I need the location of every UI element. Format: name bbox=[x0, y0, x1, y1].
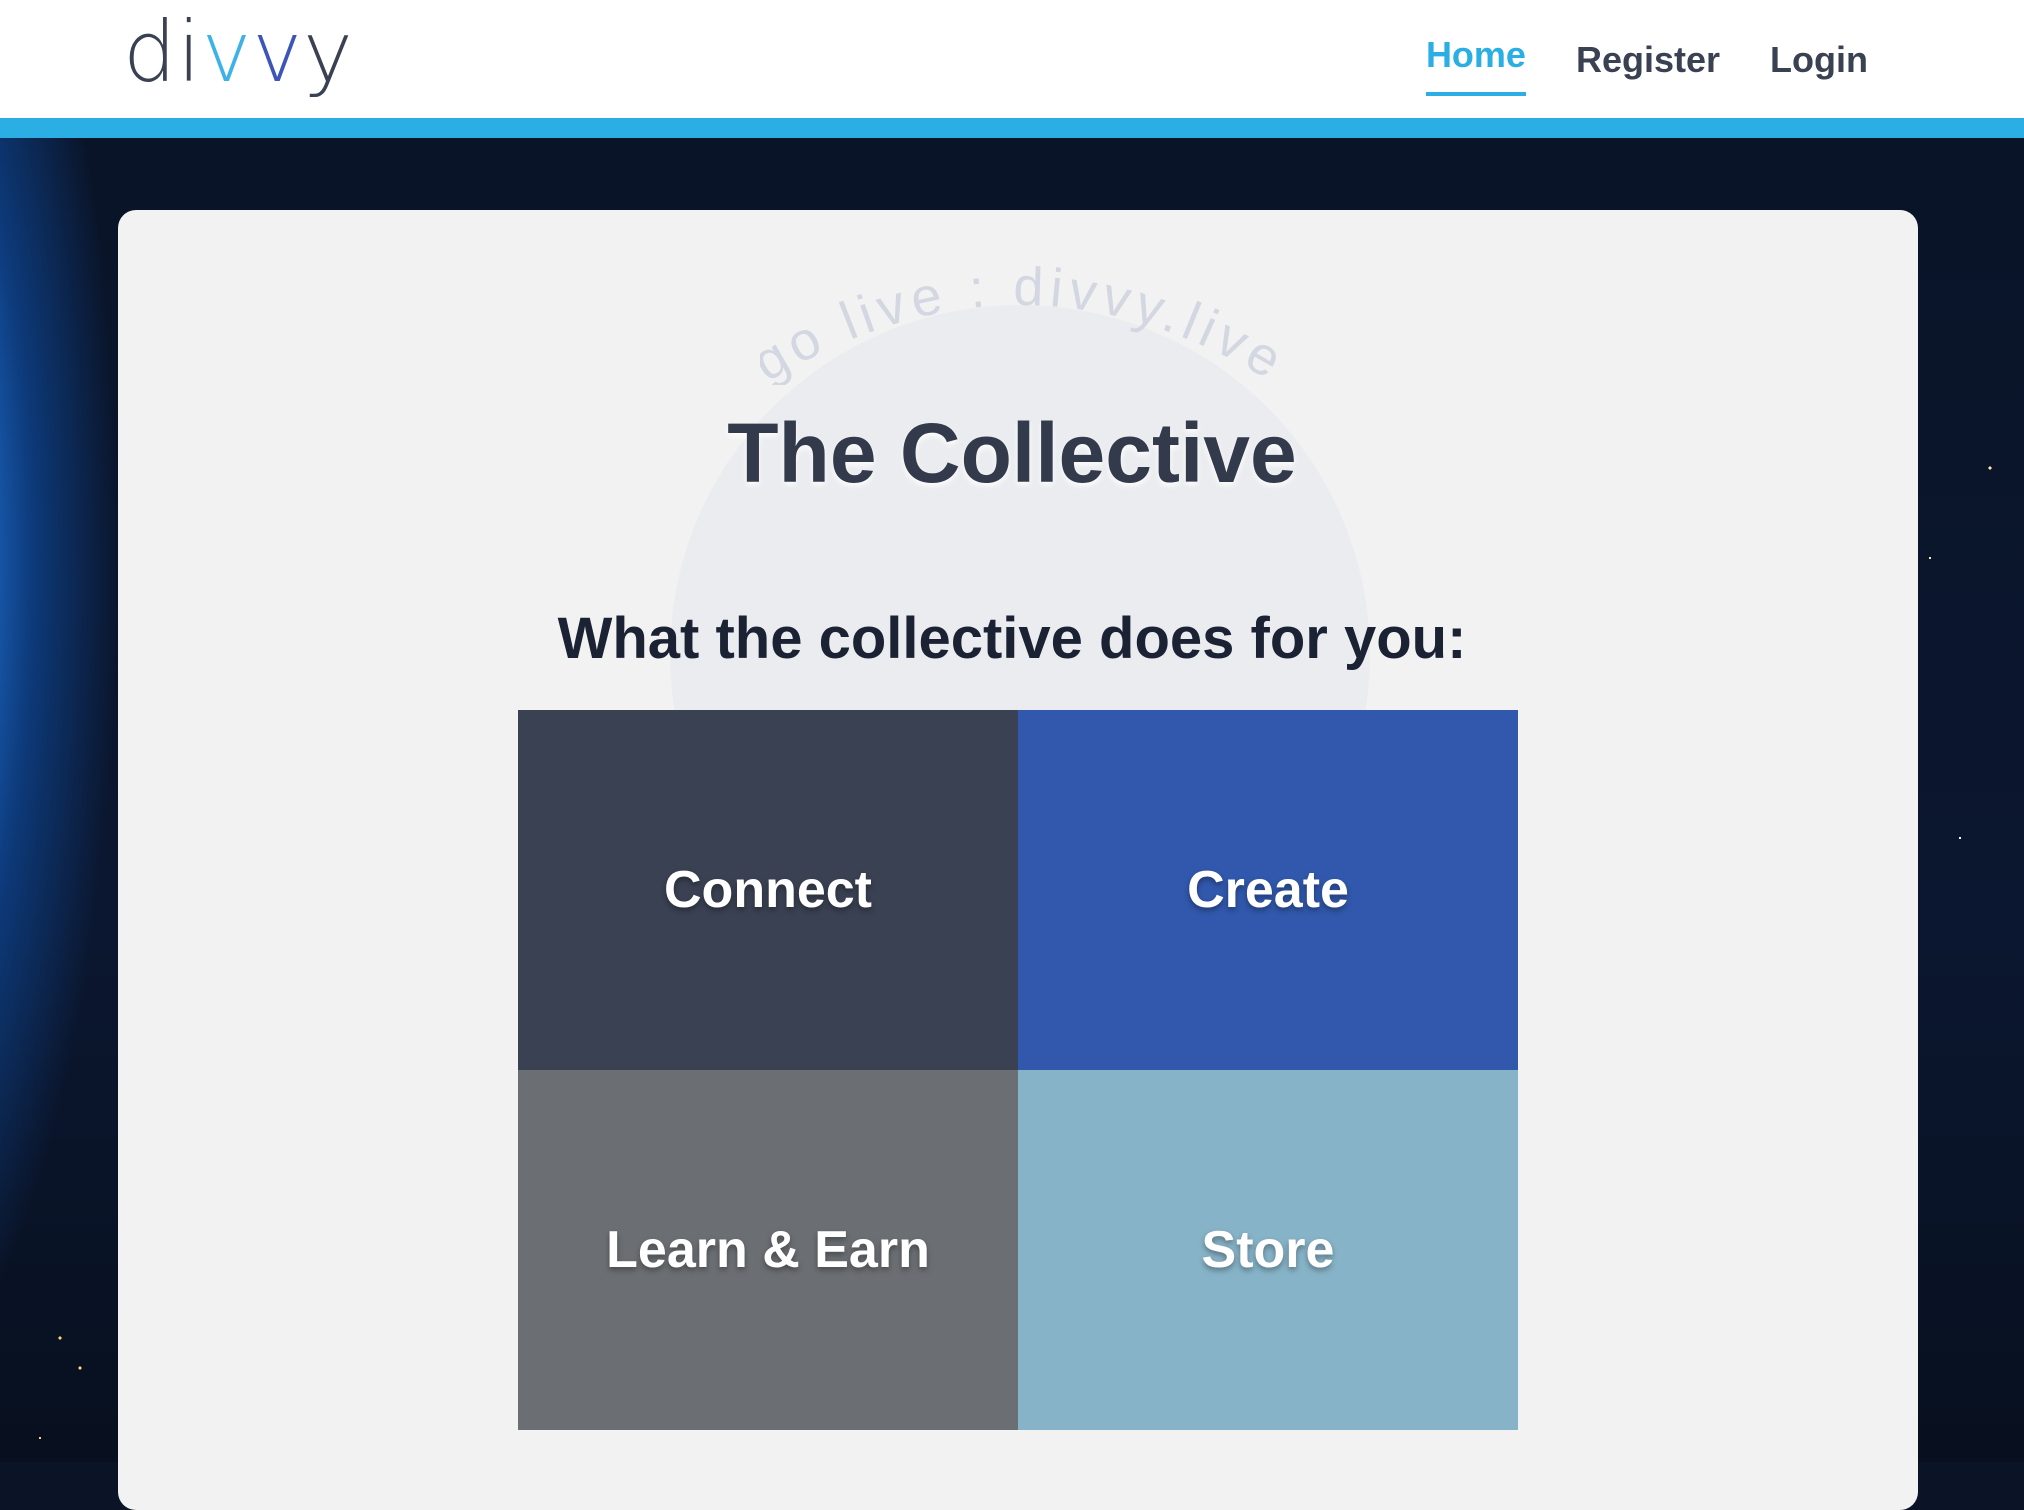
section-subtitle: What the collective does for you: bbox=[557, 606, 1467, 671]
header-accent-bar bbox=[0, 118, 2024, 138]
feature-tiles-grid: Connect Create Learn & Earn Store bbox=[518, 710, 1518, 1430]
page-title: The Collective bbox=[727, 406, 1297, 500]
tile-learn-and-earn[interactable]: Learn & Earn bbox=[518, 1070, 1018, 1430]
nav-register-link[interactable]: Register bbox=[1576, 30, 1720, 96]
site-header: divvy Home Register Login bbox=[0, 0, 2024, 118]
tile-create[interactable]: Create bbox=[1018, 710, 1518, 1070]
tile-connect[interactable]: Connect bbox=[518, 710, 1018, 1070]
main-nav: Home Register Login bbox=[1425, 30, 1868, 96]
svg-text:go live : divvy.live: go live : divvy.live bbox=[760, 257, 1280, 385]
nav-home-link[interactable]: Home bbox=[1425, 30, 1526, 96]
watermark-seal-text: go live : divvy.live bbox=[760, 257, 1280, 385]
divvy-logo[interactable]: divvy bbox=[123, 2, 354, 102]
tile-store[interactable]: Store bbox=[1018, 1070, 1518, 1430]
nav-login-link[interactable]: Login bbox=[1770, 30, 1868, 96]
